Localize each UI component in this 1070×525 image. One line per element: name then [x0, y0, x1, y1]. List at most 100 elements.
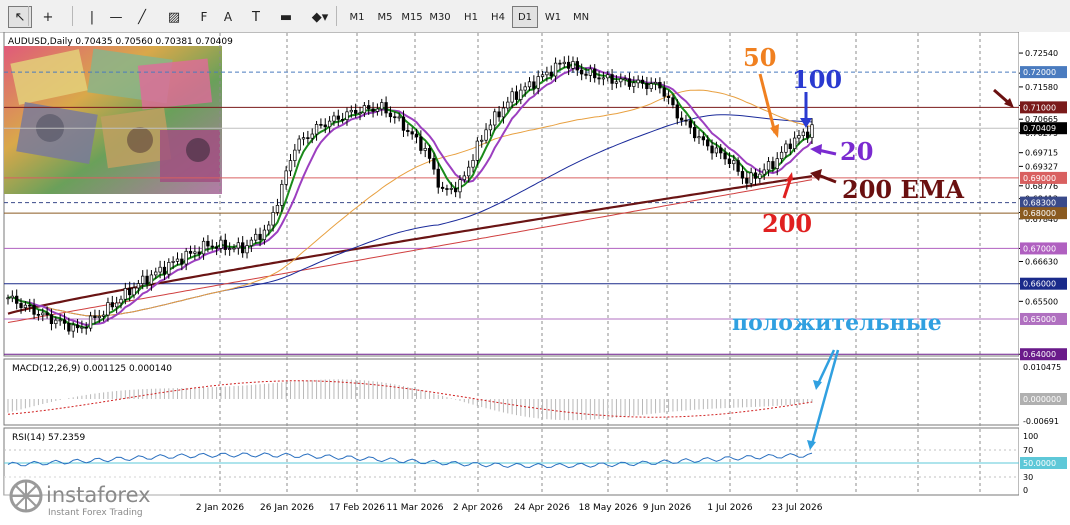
candle-body [732, 160, 736, 165]
timeframe-d1[interactable]: D1 [512, 6, 538, 28]
candle-body [288, 160, 293, 172]
trendline-icon[interactable]: ╱ [130, 6, 154, 28]
candle-body [180, 258, 184, 265]
candle-body [445, 188, 449, 190]
level-price-label: 0.65000 [1023, 315, 1056, 324]
candle-body [571, 61, 575, 69]
macd-scale-label: -0.00691 [1023, 417, 1059, 426]
candle-body [614, 81, 619, 84]
candle-body [558, 62, 562, 65]
candle-body [136, 283, 141, 289]
rsi-label: RSI(14) 57.2359 [12, 433, 85, 443]
candle-body [458, 179, 462, 193]
candle-body [36, 313, 41, 316]
candle-body [475, 140, 480, 161]
candle-body [58, 319, 62, 322]
candle-body [484, 129, 488, 141]
candle-body [384, 102, 388, 114]
candle-body [766, 161, 771, 171]
text-tool-icon[interactable]: A [216, 6, 240, 28]
horizontal-line-icon[interactable]: — [104, 6, 128, 28]
candle-body [10, 295, 14, 299]
candle-body [806, 131, 810, 138]
candle-body [480, 139, 484, 142]
candle-body [284, 170, 288, 185]
date-label: 18 May 2026 [579, 503, 638, 513]
candle-body [658, 81, 662, 89]
rectangle-icon[interactable]: ▬ [274, 6, 298, 28]
candle-body [645, 83, 649, 89]
vertical-line-icon[interactable]: | [80, 6, 104, 28]
candle-body [771, 161, 775, 169]
text-label-icon[interactable]: T [244, 6, 268, 28]
timeframe-h1[interactable]: H1 [458, 6, 484, 28]
timeframe-m15[interactable]: M15 [399, 6, 425, 28]
candle-body [206, 240, 210, 247]
chart-toolbar: ↖ + | — ╱ ▨ F A T ▬ ◆▾ M1 M5 M15 M30 H1 H4 D1 W1 MN [0, 0, 1070, 33]
candle-body [367, 105, 371, 110]
scale-label: 0.72540 [1025, 49, 1058, 58]
level-price-label: 0.71000 [1023, 103, 1056, 112]
fibonacci-icon[interactable]: F [192, 6, 216, 28]
channel-icon[interactable]: ▨ [162, 6, 186, 28]
candle-body [241, 242, 245, 254]
annotation-100: 100 [792, 65, 842, 94]
candle-body [453, 188, 458, 193]
candle-body [149, 274, 154, 285]
timeframe-m5[interactable]: M5 [372, 6, 398, 28]
date-label: 26 Jan 2026 [260, 503, 314, 513]
timeframe-w1[interactable]: W1 [540, 6, 566, 28]
timeframe-m1[interactable]: M1 [344, 6, 370, 28]
date-axis: 2 Jan 2026 26 Jan 2026 17 Feb 2026 11 Mar 2… [196, 503, 823, 513]
candle-body [141, 275, 145, 284]
annotation-20: 20 [840, 137, 873, 166]
candle-body [679, 117, 684, 121]
candle-body [688, 120, 692, 128]
candle-body [640, 79, 645, 84]
candle-body [132, 287, 136, 296]
crosshair-icon[interactable]: + [36, 6, 60, 28]
timeframe-h4[interactable]: H4 [485, 6, 511, 28]
rsi-scale-label: 30 [1023, 473, 1033, 482]
candle-body [575, 61, 579, 71]
candle-body [380, 102, 384, 110]
candle-body [693, 127, 697, 139]
candle-body [449, 188, 453, 190]
candle-body [749, 172, 753, 184]
instaforex-tagline: Instant Forex Trading [48, 508, 143, 518]
scale-label: 0.69715 [1025, 149, 1058, 158]
candle-body [297, 138, 301, 151]
candle-body [75, 324, 80, 329]
candle-body [249, 239, 254, 246]
candle-body [340, 119, 345, 121]
candle-body [23, 304, 28, 308]
candle-body [171, 260, 175, 263]
shapes-icon[interactable]: ◆▾ [304, 6, 336, 28]
candle-body [88, 315, 93, 329]
candle-body [354, 109, 358, 114]
symbol-info: AUDUSD,Daily 0.70435 0.70560 0.70381 0.7… [8, 37, 233, 47]
candle-body [401, 116, 406, 131]
candle-body [788, 143, 792, 149]
candle-body [336, 115, 340, 120]
timeframe-m30[interactable]: M30 [427, 6, 453, 28]
candle-body [67, 323, 71, 332]
candle-body [779, 151, 784, 160]
candle-body [332, 115, 336, 122]
timeframe-mn[interactable]: MN [568, 6, 594, 28]
candle-body [545, 71, 549, 76]
candle-body [314, 124, 319, 135]
candle-body [45, 312, 49, 316]
candle-body [593, 68, 597, 79]
candle-body [514, 91, 519, 100]
candle-body [19, 303, 23, 308]
date-label: 9 Jun 2026 [643, 503, 692, 513]
scale-label: 0.71580 [1025, 83, 1058, 92]
candle-body [6, 297, 10, 300]
candle-body [375, 108, 380, 112]
candle-body [423, 148, 427, 151]
candle-body [697, 136, 701, 139]
candle-body [227, 248, 232, 250]
candle-body [636, 79, 640, 84]
candle-body [262, 229, 267, 240]
